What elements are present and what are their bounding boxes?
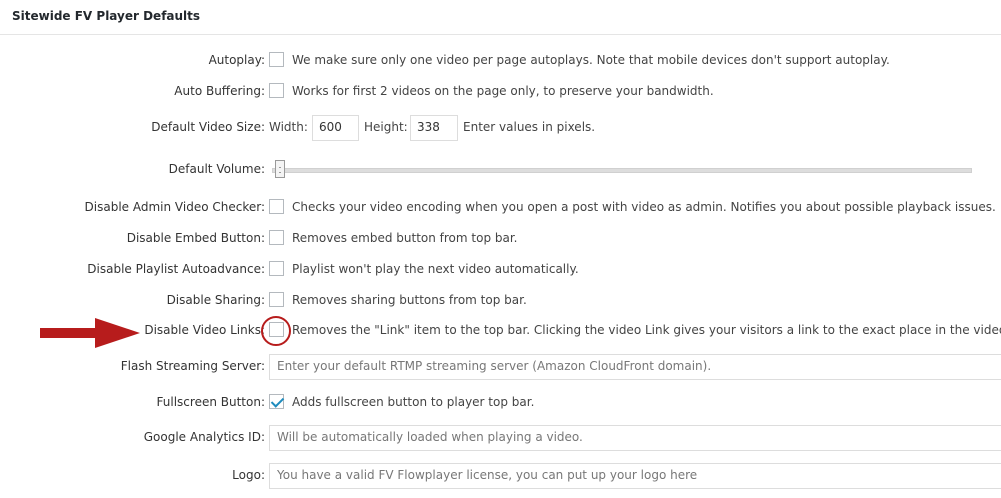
panel-title: Sitewide FV Player Defaults <box>12 9 201 23</box>
setting-autoplay: Autoplay: We make sure only one video pe… <box>0 48 1001 74</box>
red-arrow-icon <box>40 318 140 348</box>
sharing-label: Disable Sharing: <box>166 293 265 307</box>
fullscreen-label: Fullscreen Button: <box>156 395 265 409</box>
flash-server-label: Flash Streaming Server: <box>120 359 265 373</box>
video-size-note: Enter values in pixels. <box>463 120 596 134</box>
embed-button-label: Disable Embed Button: <box>126 231 265 245</box>
volume-label: Default Volume: <box>168 162 265 176</box>
playlist-autoadvance-label: Disable Playlist Autoadvance: <box>87 262 265 276</box>
auto-buffering-description: Works for first 2 videos on the page onl… <box>292 84 714 98</box>
playlist-autoadvance-checkbox[interactable] <box>269 261 284 276</box>
admin-checker-description: Checks your video encoding when you open… <box>292 200 996 214</box>
flash-server-input[interactable]: Enter your default RTMP streaming server… <box>269 354 1001 380</box>
setting-auto-buffering: Auto Buffering: Works for first 2 videos… <box>0 79 1001 105</box>
width-label: Width: <box>269 120 308 134</box>
embed-button-checkbox[interactable] <box>269 230 284 245</box>
logo-input[interactable]: You have a valid FV Flowplayer license, … <box>269 463 1001 489</box>
setting-video-links: Disable Video Links: Removes the "Link" … <box>0 318 1001 344</box>
setting-admin-checker: Disable Admin Video Checker: Checks your… <box>0 195 1001 221</box>
setting-logo: Logo: You have a valid FV Flowplayer lic… <box>0 463 1001 489</box>
volume-slider-handle[interactable] <box>275 160 285 178</box>
volume-slider-track[interactable] <box>272 168 972 173</box>
setting-embed-button: Disable Embed Button: Removes embed butt… <box>0 226 1001 252</box>
setting-playlist-autoadvance: Disable Playlist Autoadvance: Playlist w… <box>0 257 1001 283</box>
auto-buffering-checkbox[interactable] <box>269 83 284 98</box>
setting-analytics: Google Analytics ID: Will be automatical… <box>0 425 1001 451</box>
width-input[interactable]: 600 <box>312 115 359 141</box>
panel-header: Sitewide FV Player Defaults <box>0 0 1001 35</box>
logo-label: Logo: <box>232 468 265 482</box>
analytics-label: Google Analytics ID: <box>143 430 265 444</box>
playlist-autoadvance-description: Playlist won't play the next video autom… <box>292 262 579 276</box>
sharing-description: Removes sharing buttons from top bar. <box>292 293 527 307</box>
autoplay-label: Autoplay: <box>208 53 265 67</box>
autoplay-checkbox[interactable] <box>269 52 284 67</box>
red-circle-highlight <box>261 316 291 346</box>
setting-sharing: Disable Sharing: Removes sharing buttons… <box>0 288 1001 314</box>
fullscreen-description: Adds fullscreen button to player top bar… <box>292 395 535 409</box>
video-links-label: Disable Video Links: <box>144 323 265 337</box>
video-links-description: Removes the "Link" item to the top bar. … <box>292 323 1001 337</box>
analytics-input[interactable]: Will be automatically loaded when playin… <box>269 425 1001 451</box>
setting-fullscreen: Fullscreen Button: Adds fullscreen butto… <box>0 390 1001 416</box>
height-label: Height: <box>364 120 408 134</box>
video-size-label: Default Video Size: <box>151 120 265 134</box>
fullscreen-checkbox[interactable] <box>269 394 284 409</box>
setting-flash-server: Flash Streaming Server: Enter your defau… <box>0 354 1001 380</box>
autoplay-description: We make sure only one video per page aut… <box>292 53 890 67</box>
embed-button-description: Removes embed button from top bar. <box>292 231 518 245</box>
setting-video-size: Default Video Size: Width: 600 Height: 3… <box>0 115 1001 141</box>
height-input[interactable]: 338 <box>410 115 458 141</box>
setting-volume: Default Volume: <box>0 157 1001 183</box>
sharing-checkbox[interactable] <box>269 292 284 307</box>
admin-checker-label: Disable Admin Video Checker: <box>84 200 265 214</box>
auto-buffering-label: Auto Buffering: <box>174 84 265 98</box>
admin-checker-checkbox[interactable] <box>269 199 284 214</box>
